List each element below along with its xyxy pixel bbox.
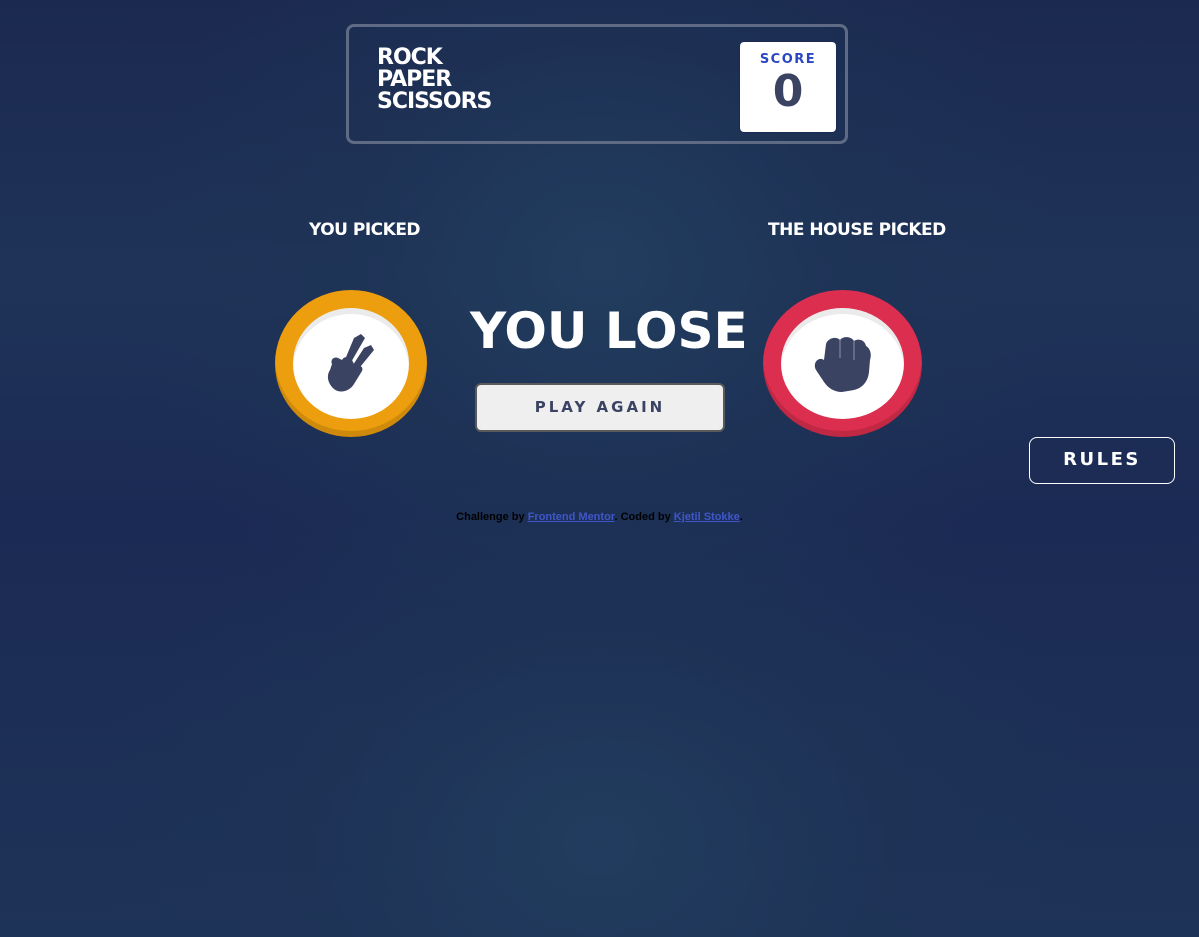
logo-line-scissors: SCISSORS [377,89,492,114]
player-token-scissors [275,290,427,437]
game-logo: ROCK PAPER SCISSORS [377,45,492,114]
house-token-face [781,308,904,419]
attribution-footer: Challenge by Frontend Mentor. Coded by K… [0,511,1199,523]
score-value: 0 [772,66,804,117]
score-header: ROCK PAPER SCISSORS SCORE 0 [346,24,848,144]
player-token-face [293,308,409,419]
attribution-middle: . Coded by [614,511,674,523]
attribution-suffix: . [739,511,743,523]
house-token-rock [763,290,922,437]
attribution-prefix: Challenge by [456,511,528,523]
score-label: SCORE [759,52,817,67]
result-text: YOU LOSE [470,302,748,360]
rules-button[interactable]: RULES [1029,437,1175,484]
rock-fist-icon [814,336,871,392]
player-pick-label: YOU PICKED [309,220,421,240]
logo-line-paper: PAPER [377,67,452,92]
house-pick-label: THE HOUSE PICKED [768,220,946,240]
author-link[interactable]: Kjetil Stokke [674,511,740,523]
scissors-hand-icon [327,333,374,391]
frontend-mentor-link[interactable]: Frontend Mentor [528,511,615,523]
score-box: SCORE 0 [739,41,837,133]
logo-line-rock: ROCK [377,45,443,70]
play-again-button[interactable]: PLAY AGAIN [475,383,725,432]
